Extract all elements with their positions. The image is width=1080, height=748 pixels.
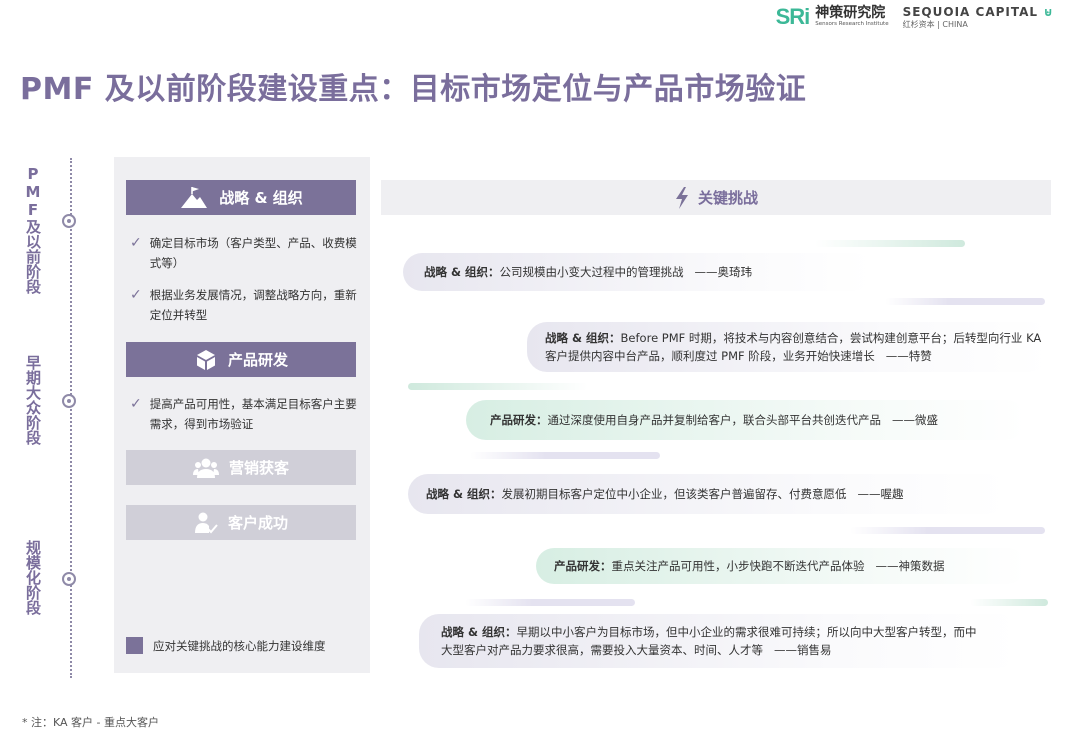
sequoia-sub: 红杉资本 | CHINA (902, 19, 968, 29)
stage-label-scale: 规模化阶段 (24, 540, 42, 615)
capability-panel: 战略 & 组织 ✓ 确定目标市场（客户类型、产品、收费模式等） ✓ 根据业务发展… (114, 157, 370, 673)
header-logos: SRi 神策研究院 Sensors Research Institute SEQ… (776, 4, 1054, 30)
capability-product-label: 产品研发 (227, 351, 288, 369)
stage-dot-early (62, 394, 76, 408)
sequoia-name: SEQUOIA CAPITAL (902, 4, 1039, 19)
decor-bar (408, 383, 588, 390)
sri-logo: SRi 神策研究院 Sensors Research Institute (776, 4, 889, 30)
capability-strategy: 战略 & 组织 (126, 180, 356, 215)
challenge-item: 战略 & 组织：Before PMF 时期，将技术与内容创意结合，尝试构建创意平… (527, 322, 1050, 372)
sri-name-cn: 神策研究院 (815, 5, 886, 22)
check-icon: ✓ (130, 287, 142, 303)
bullet-item: ✓ 根据业务发展情况，调整战略方向，重新定位并转型 (130, 285, 358, 325)
stage-dot-pmf (62, 214, 76, 228)
challenge-title: 关键挑战 (697, 189, 758, 207)
capability-success: 客户成功 (126, 505, 356, 540)
decor-bar (470, 452, 660, 459)
leaf-icon: ⊌ (1043, 4, 1054, 19)
check-icon: ✓ (130, 396, 142, 412)
decor-bar (970, 599, 1048, 606)
challenge-header: 关键挑战 (381, 180, 1051, 215)
page-title: PMF 及以前阶段建设重点：目标市场定位与产品市场验证 (20, 72, 807, 107)
legend-label: 应对关键挑战的核心能力建设维度 (153, 638, 326, 653)
check-icon: ✓ (130, 235, 142, 251)
capability-success-label: 客户成功 (227, 514, 288, 532)
users-icon (192, 458, 219, 478)
lightning-icon (675, 186, 688, 209)
user-check-icon (194, 512, 218, 533)
challenge-item: 战略 & 组织：公司规模由小变大过程中的管理挑战 ——奥琦玮 (403, 253, 873, 291)
capability-marketing: 营销获客 (126, 450, 356, 485)
stage-label-early: 早期大众阶段 (24, 355, 42, 445)
stage-label-pmf: PMF及以前阶段 (24, 165, 42, 294)
sri-mark: SRi (775, 4, 811, 29)
challenge-item: 产品研发：重点关注产品可用性，小步快跑不断迭代产品体验 ——神策数据 (536, 548, 1026, 584)
bullet-item: ✓ 确定目标市场（客户类型、产品、收费模式等） (130, 233, 358, 273)
capability-strategy-label: 战略 & 组织 (219, 189, 303, 207)
capability-marketing-label: 营销获客 (228, 459, 289, 477)
mountain-flag-icon (181, 186, 208, 208)
legend: 应对关键挑战的核心能力建设维度 (126, 637, 326, 654)
capability-product: 产品研发 (126, 342, 356, 377)
decor-bar (850, 527, 1045, 534)
challenge-item: 战略 & 组织：发展初期目标客户定位中小企业，但该类客户普遍留存、付费意愿低 —… (408, 474, 1008, 514)
sri-name-en: Sensors Research Institute (815, 21, 889, 28)
stage-dot-scale (62, 572, 76, 586)
challenge-item: 战略 & 组织：早期以中小客户为目标市场，但中小企业的需求很难可持续；所以向中大… (419, 614, 1019, 668)
cube-icon (196, 349, 215, 370)
sequoia-logo: SEQUOIA CAPITAL ⊌ 红杉资本 | CHINA (903, 6, 1054, 29)
footnote: * 注：KA 客户 - 重点大客户 (22, 716, 159, 729)
legend-swatch (126, 637, 143, 654)
decor-bar (885, 298, 1045, 305)
timeline-line (70, 158, 72, 678)
bullet-item: ✓ 提高产品可用性，基本满足目标客户主要需求，得到市场验证 (130, 394, 358, 434)
decor-bar (465, 599, 635, 606)
challenge-item: 产品研发：通过深度使用自身产品并复制给客户，联合头部平台共创迭代产品 ——微盛 (466, 400, 1026, 440)
decor-bar (815, 240, 965, 247)
